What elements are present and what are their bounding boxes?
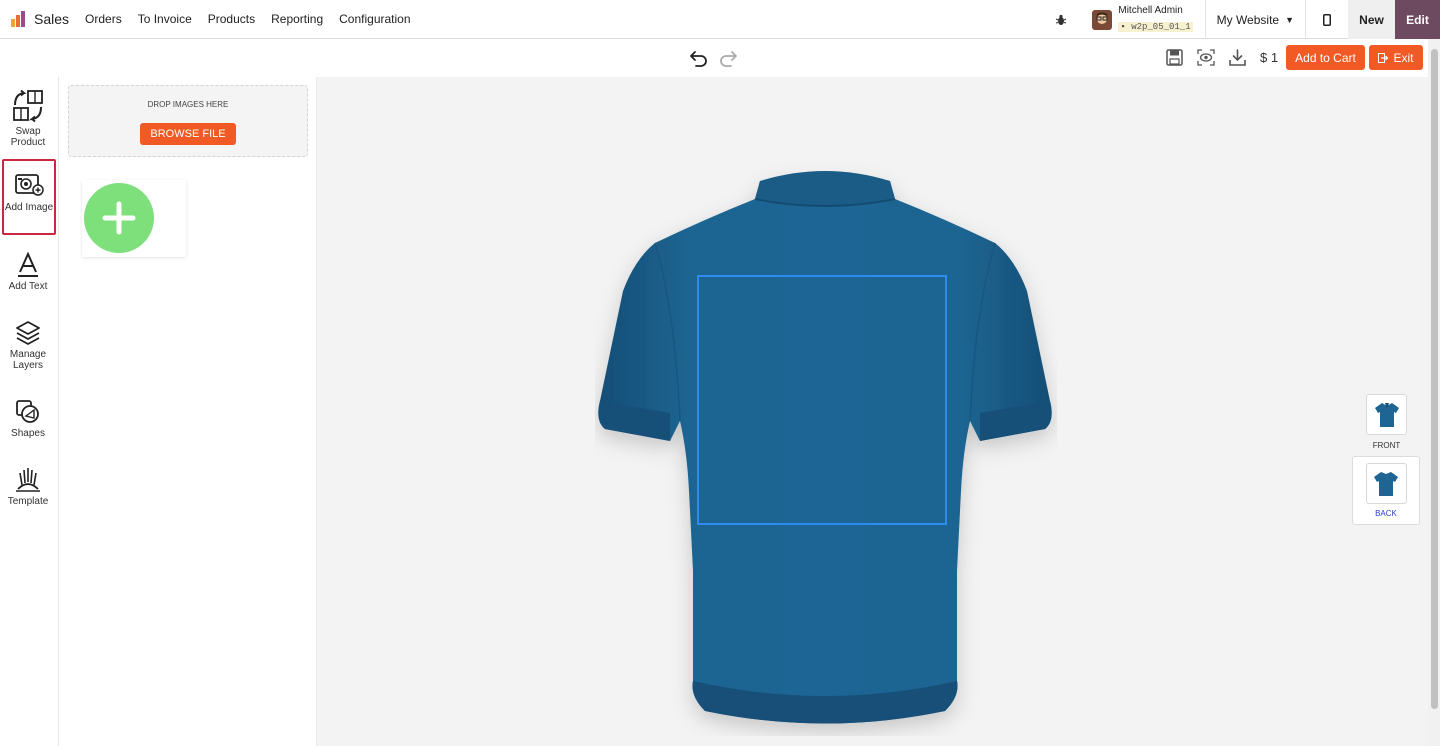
scrollbar-thumb[interactable] <box>1431 49 1438 709</box>
navbar-right: Mitchell Admin ▪ w2p_05_01_1 My Website … <box>1046 0 1440 39</box>
app-name: Sales <box>34 11 70 27</box>
user-menu[interactable]: Mitchell Admin ▪ w2p_05_01_1 <box>1092 5 1193 34</box>
exit-label: Exit <box>1393 50 1414 65</box>
plus-icon <box>102 201 136 235</box>
sidebar-item-add-text[interactable]: Add Text <box>0 252 56 292</box>
preview-icon[interactable] <box>1197 49 1215 66</box>
database-badge: ▪ w2p_05_01_1 <box>1118 22 1193 32</box>
top-navbar: Sales Orders To Invoice Products Reporti… <box>0 0 1440 39</box>
swap-product-icon <box>13 89 43 123</box>
designer-toolbar: $ 1 Add to Cart Exit <box>0 39 1440 77</box>
template-icon <box>16 468 40 492</box>
menu-to-invoice[interactable]: To Invoice <box>138 12 192 26</box>
exit-icon <box>1378 52 1389 63</box>
undo-icon[interactable] <box>689 48 709 68</box>
sidebar-item-template[interactable]: Template <box>0 467 56 507</box>
sidebar-item-add-image[interactable]: Add Image <box>2 159 56 235</box>
shapes-icon <box>16 400 39 423</box>
image-upload-panel: DROP IMAGES HERE BROWSE FILE <box>60 77 317 746</box>
print-area-box[interactable] <box>697 275 947 525</box>
database-name: w2p_05_01_1 <box>1131 22 1191 32</box>
app-brand[interactable]: Sales <box>10 0 69 39</box>
view-front-label: FRONT <box>1372 441 1401 450</box>
bug-icon <box>1056 14 1067 25</box>
menu-reporting[interactable]: Reporting <box>271 12 323 26</box>
sidebar-item-label: Manage Layers <box>9 349 47 371</box>
view-front[interactable]: FRONT <box>1366 394 1407 450</box>
add-image-icon <box>15 174 44 196</box>
drop-zone-label: DROP IMAGES HERE <box>147 100 229 109</box>
view-back-label: BACK <box>1375 509 1397 518</box>
add-to-cart-button[interactable]: Add to Cart <box>1286 45 1365 70</box>
shirt-front-icon <box>1374 402 1399 427</box>
save-icon[interactable] <box>1166 49 1183 66</box>
mobile-icon <box>1323 13 1331 26</box>
mobile-preview-button[interactable] <box>1306 0 1348 39</box>
view-back[interactable]: BACK <box>1352 456 1420 525</box>
avatar <box>1092 9 1113 30</box>
sidebar-item-label: Add Text <box>8 281 48 292</box>
caret-down-icon: ▼ <box>1285 14 1294 25</box>
menu-configuration[interactable]: Configuration <box>339 12 410 26</box>
new-button[interactable]: New <box>1348 0 1395 39</box>
add-image-card[interactable] <box>82 180 186 257</box>
sidebar-item-label: Add Image <box>4 202 54 213</box>
text-icon <box>18 252 38 277</box>
front-thumbnail <box>1366 394 1407 435</box>
sidebar-item-manage-layers[interactable]: Manage Layers <box>0 320 56 371</box>
browse-file-button[interactable]: BROWSE FILE <box>140 123 236 145</box>
sidebar-item-swap-product[interactable]: Swap Product <box>0 89 56 148</box>
sidebar-item-label: Swap Product <box>10 126 46 148</box>
download-icon[interactable] <box>1229 49 1246 66</box>
website-name: My Website <box>1216 12 1280 27</box>
user-avatar-icon <box>1096 12 1108 24</box>
add-image-button[interactable] <box>84 183 154 253</box>
redo-icon[interactable] <box>718 48 738 68</box>
price-display: $ 1 <box>1260 50 1279 65</box>
sidebar-item-label: Template <box>7 496 49 507</box>
back-thumbnail <box>1365 463 1407 504</box>
exit-button[interactable]: Exit <box>1369 45 1423 70</box>
sidebar-item-label: Shapes <box>11 428 45 439</box>
tool-sidebar: Swap Product Add Image Add Text Manage L… <box>0 77 59 746</box>
sales-app-icon <box>11 11 25 27</box>
user-name: Mitchell Admin <box>1118 5 1183 16</box>
shirt-back-icon <box>1374 471 1398 496</box>
edit-button[interactable]: Edit <box>1395 0 1440 39</box>
layers-icon <box>16 321 40 345</box>
drop-zone[interactable]: DROP IMAGES HERE BROWSE FILE <box>68 85 308 157</box>
menu-orders[interactable]: Orders <box>85 12 122 26</box>
debug-button[interactable] <box>1046 14 1076 26</box>
page-scrollbar[interactable] <box>1428 39 1440 746</box>
menu-products[interactable]: Products <box>208 12 255 26</box>
design-canvas: FRONT BACK <box>317 77 1428 746</box>
main-menu: Orders To Invoice Products Reporting Con… <box>85 12 427 26</box>
sidebar-item-shapes[interactable]: Shapes <box>0 399 56 439</box>
website-switcher[interactable]: My Website ▼ <box>1206 0 1305 39</box>
